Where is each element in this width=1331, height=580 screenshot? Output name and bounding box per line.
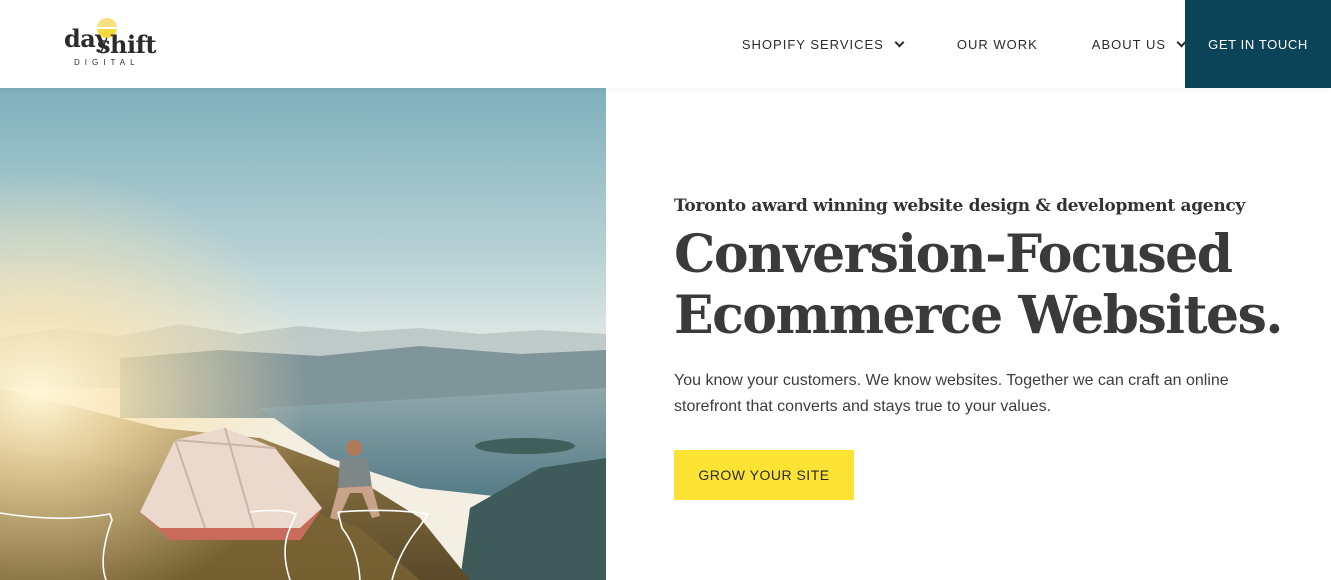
nav-item-about-us[interactable]: ABOUT US [1091, 36, 1187, 52]
hero-eyebrow: Toronto award winning website design & d… [674, 196, 1246, 216]
site-header: day shift DIGITAL SHOPIFY SERVICES OUR W… [0, 0, 1331, 88]
grow-your-site-button[interactable]: GROW YOUR SITE [674, 450, 854, 500]
nav-item-label: SHOPIFY SERVICES [741, 36, 884, 52]
hero-content: Toronto award winning website design & d… [674, 196, 1283, 500]
main-nav: SHOPIFY SERVICES OUR WORK ABOUT US [688, 0, 1187, 88]
logo-word-shift: shift [97, 30, 157, 59]
hero-description: You know your customers. We know website… [674, 372, 1229, 415]
hero-headline: Conversion-Focused Ecommerce Websites. [674, 224, 1283, 346]
chevron-down-icon [894, 37, 905, 47]
dayshift-logo[interactable]: day shift DIGITAL [64, 16, 157, 70]
nav-item-label: OUR WORK [956, 36, 1038, 52]
get-in-touch-button[interactable]: GET IN TOUCH [1185, 0, 1331, 88]
hero-headline-line-1: Conversion-Focused [674, 224, 1233, 285]
hero-headline-line-2: Ecommerce Websites. [674, 285, 1283, 346]
camping-landscape-image [0, 88, 606, 580]
logo-word-digital: DIGITAL [74, 58, 140, 67]
nav-item-label: ABOUT US [1091, 36, 1166, 52]
nav-item-our-work[interactable]: OUR WORK [957, 37, 1038, 52]
nav-item-shopify-services[interactable]: SHOPIFY SERVICES [741, 36, 905, 52]
hero-photo [0, 88, 606, 580]
